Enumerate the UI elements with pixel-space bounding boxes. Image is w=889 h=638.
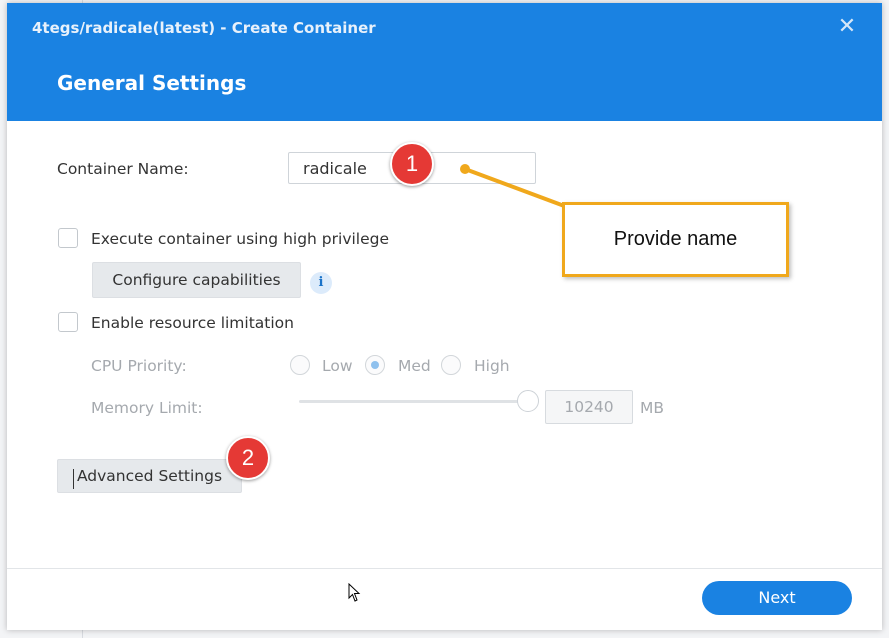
mouse-cursor-icon [348, 583, 361, 602]
footer-divider [7, 568, 882, 569]
cpu-priority-low-radio[interactable] [290, 355, 310, 375]
create-container-dialog: 4tegs/radicale(latest) - Create Containe… [7, 3, 882, 630]
resource-limitation-label: Enable resource limitation [91, 314, 294, 332]
high-privilege-label: Execute container using high privilege [91, 230, 390, 248]
resource-limitation-checkbox[interactable] [58, 312, 78, 332]
memory-limit-unit: MB [640, 399, 665, 417]
close-icon[interactable]: ✕ [836, 16, 858, 38]
cpu-priority-high-label: High [474, 357, 510, 375]
info-icon[interactable]: i [310, 272, 332, 294]
memory-limit-slider-thumb[interactable] [517, 390, 539, 412]
configure-capabilities-button[interactable]: Configure capabilities [92, 262, 301, 298]
next-button[interactable]: Next [702, 581, 852, 615]
memory-limit-label: Memory Limit: [91, 399, 203, 417]
text-caret [73, 469, 74, 489]
memory-limit-slider-track[interactable] [299, 400, 529, 403]
window-title: 4tegs/radicale(latest) - Create Containe… [32, 19, 376, 37]
cpu-priority-label: CPU Priority: [91, 357, 187, 375]
advanced-settings-button[interactable]: Advanced Settings [57, 459, 242, 493]
cpu-priority-low-label: Low [322, 357, 353, 375]
callout-box: Provide name [562, 202, 789, 277]
dialog-header: 4tegs/radicale(latest) - Create Containe… [7, 3, 882, 121]
cpu-priority-med-label: Med [398, 357, 431, 375]
cpu-priority-med-radio[interactable] [365, 355, 385, 375]
container-name-label: Container Name: [57, 160, 189, 178]
memory-limit-input[interactable]: 10240 [545, 390, 633, 424]
cpu-priority-high-radio[interactable] [441, 355, 461, 375]
annotation-badge-2: 2 [226, 436, 270, 480]
high-privilege-checkbox[interactable] [58, 228, 78, 248]
annotation-badge-1: 1 [390, 142, 434, 186]
section-title: General Settings [57, 71, 247, 95]
